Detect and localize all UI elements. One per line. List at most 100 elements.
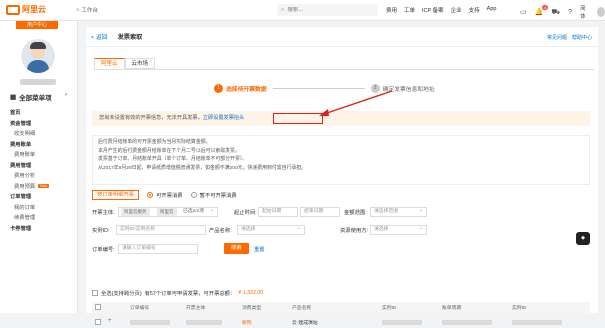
sidebar-item-funds[interactable]: 资金管理	[0, 118, 78, 129]
top-link-tickets[interactable]: 工单	[404, 6, 415, 14]
user-avatar	[21, 39, 55, 73]
terminal-icon[interactable]: ▭	[520, 8, 527, 16]
notice-text: 您尚未设置有效的开票信息，无法开具发票，	[99, 115, 203, 121]
language-switch[interactable]: 简体	[580, 4, 589, 20]
step-1-number: 1	[214, 84, 223, 93]
resource-user-label: 资源使用方:	[340, 228, 368, 234]
sidebar-item-transactions[interactable]: 收支明细	[0, 128, 78, 139]
notification-badge: 4	[542, 5, 549, 10]
sidebar-item-label: 资金管理	[10, 120, 32, 127]
search-input[interactable]	[287, 7, 368, 13]
summary-text: 有57个订单可申请发票，可开票总额：	[144, 291, 236, 297]
selected-count: 已选2/2项	[183, 209, 205, 214]
annotation-arrow	[319, 90, 393, 116]
global-search[interactable]: ⌕	[277, 4, 378, 16]
sidebar-item-label: 费用管理	[10, 162, 32, 169]
radio-label: 暂不可开票消费	[199, 193, 237, 199]
radio-not-invoiceable[interactable]: 暂不可开票消费	[190, 191, 237, 199]
aliyun-logo[interactable]: 阿里云	[6, 4, 46, 15]
page-header: < 返回 发票索取 常见问题 帮助中心	[86, 27, 598, 47]
username-blurred	[20, 79, 56, 85]
subject-chip[interactable]: 阿里云服务	[121, 208, 150, 216]
col-billing-cycle: 账单周期	[442, 306, 462, 311]
top-link-app[interactable]: App	[487, 6, 497, 14]
instance-id-input[interactable]: 实例ID/实例名称	[116, 225, 206, 235]
instance-id-blurred	[382, 320, 422, 325]
header-help-links: 常见问题 帮助中心	[547, 34, 592, 41]
top-link-fees[interactable]: 费用	[386, 6, 397, 14]
set-invoice-title-link[interactable]: 立即设置发票抬头	[203, 115, 245, 121]
info-line: 后付费月结账单的可开票金额为当月实际结算金额。	[98, 140, 211, 145]
sidebar-item-label: 卡券管理	[10, 225, 32, 232]
workbench-link[interactable]: ⌂ 工作台	[76, 6, 98, 14]
avatar[interactable]	[596, 7, 605, 17]
invoice-subject-select[interactable]: 阿里云服务 阿里云 已选2/2项	[118, 206, 218, 217]
top-links: 费用 工单 ICP 备案 企业 支持 App	[386, 6, 496, 14]
tab-aliyun[interactable]: 阿里云	[94, 58, 125, 69]
all-menu-toggle[interactable]: ▦ 全部菜单项 ›	[10, 92, 67, 102]
sidebar-item-my-orders[interactable]: 我的订单	[0, 202, 78, 213]
sidebar-item-bills[interactable]: 费用账单	[0, 149, 78, 160]
selection-summary: 全选(支持跨分页) 有57个订单可申请发票，可开票总额： ¥ 1,322.00	[92, 289, 263, 297]
time-range-label: 起止时间:	[234, 210, 257, 216]
total-amount: ¥ 1,322.00	[238, 290, 264, 296]
sidebar-item-label: 订单管理	[10, 194, 32, 201]
main-content: < 返回 发票索取 常见问题 帮助中心 阿里云 云市场 1 选择待开票数据 2 …	[86, 27, 598, 326]
sidebar-item-cost-analysis[interactable]: 费用分析	[0, 170, 78, 181]
bell-icon[interactable]: 🔔 4	[535, 5, 549, 16]
top-link-support[interactable]: 支持	[469, 6, 480, 14]
help-center-link[interactable]: 帮助中心	[572, 34, 592, 41]
sidebar-item-orders-group[interactable]: 订单管理	[0, 191, 78, 202]
select-all-checkbox[interactable]	[92, 290, 98, 296]
sidebar-menu: 首页 资金管理 收支明细 费用账单 费用账单 费用管理 费用分析 费用预算 New…	[0, 107, 78, 233]
faq-link[interactable]: 常见问题	[547, 34, 567, 41]
order-number-input[interactable]: 请输入订单编号	[118, 244, 198, 254]
cart-icon[interactable]: ⛟	[551, 8, 560, 17]
resource-user-select[interactable]: 请选择	[370, 224, 427, 235]
table-row[interactable]: + 新购 云·建成演站	[92, 317, 590, 328]
back-link[interactable]: < 返回	[91, 32, 108, 41]
top-link-icp[interactable]: ICP 备案	[422, 6, 444, 14]
page-title: 发票索取	[117, 34, 143, 41]
sidebar-item-label: 续费管理	[14, 215, 36, 222]
sidebar-item-label: 费用账单	[14, 152, 36, 159]
sidebar-item-label: 费用预算	[14, 183, 36, 190]
top-link-enterprise[interactable]: 企业	[451, 6, 462, 14]
floating-tool-button[interactable]: ◆	[576, 232, 590, 245]
grid-icon: ▦	[10, 94, 17, 101]
expand-icon[interactable]: +	[108, 318, 112, 324]
product-name-select[interactable]: 请选择	[237, 224, 305, 235]
col-subject: 开票主体	[186, 306, 206, 311]
start-date-input[interactable]: 起始日期	[258, 207, 298, 217]
billing-cycle-blurred	[442, 320, 492, 325]
product-name-label: 产品名称:	[209, 228, 232, 234]
search-button[interactable]: 搜索	[224, 243, 249, 254]
sidebar-item-bills-group[interactable]: 费用账单	[0, 139, 78, 150]
sidebar-item-coupons[interactable]: 卡券管理	[0, 223, 78, 234]
subject-chip[interactable]: 阿里云	[157, 208, 177, 216]
radio-dot-icon	[147, 192, 154, 198]
sidebar-item-cost-mgmt[interactable]: 费用管理	[0, 160, 78, 171]
row-checkbox[interactable]	[95, 319, 101, 325]
select-all-label: 全选(支持跨分页)	[101, 291, 142, 297]
header-checkbox[interactable]	[95, 304, 101, 310]
consumption-type: 新购	[242, 321, 252, 326]
reset-button[interactable]: 重置	[254, 245, 265, 253]
order-detail-invoice-button[interactable]: 按订单明细开票	[92, 190, 140, 200]
sidebar-item-label: 首页	[10, 110, 21, 117]
tab-marketplace[interactable]: 云市场	[124, 58, 156, 69]
step-1: 1 选择待开票数据	[214, 84, 267, 93]
workbench-label: 工作台	[81, 8, 98, 14]
col-instance-id-2: 实例ID	[512, 306, 527, 311]
sidebar-item-budget[interactable]: 费用预算 New	[0, 181, 78, 192]
col-consumption-type: 消费类型	[242, 306, 262, 311]
info-line: 发票基于订单、月结账单开具（单个订单、月结账单不可部分开票）。	[98, 157, 248, 163]
help-icon[interactable]: ?	[568, 9, 572, 16]
amount-range-select[interactable]: 请选择范围	[370, 206, 427, 217]
sidebar-item-renewal[interactable]: 续费管理	[0, 212, 78, 223]
sidebar: 用户中心 ▦ 全部菜单项 › 首页 资金管理 收支明细 费用账单 费用账单 费用…	[0, 21, 78, 313]
sidebar-item-home[interactable]: 首页	[0, 107, 78, 118]
end-date-input[interactable]: 结束日期	[300, 207, 340, 217]
radio-invoiceable[interactable]: 可开票消费	[147, 191, 183, 199]
user-center-tag: 用户中心	[16, 21, 58, 29]
